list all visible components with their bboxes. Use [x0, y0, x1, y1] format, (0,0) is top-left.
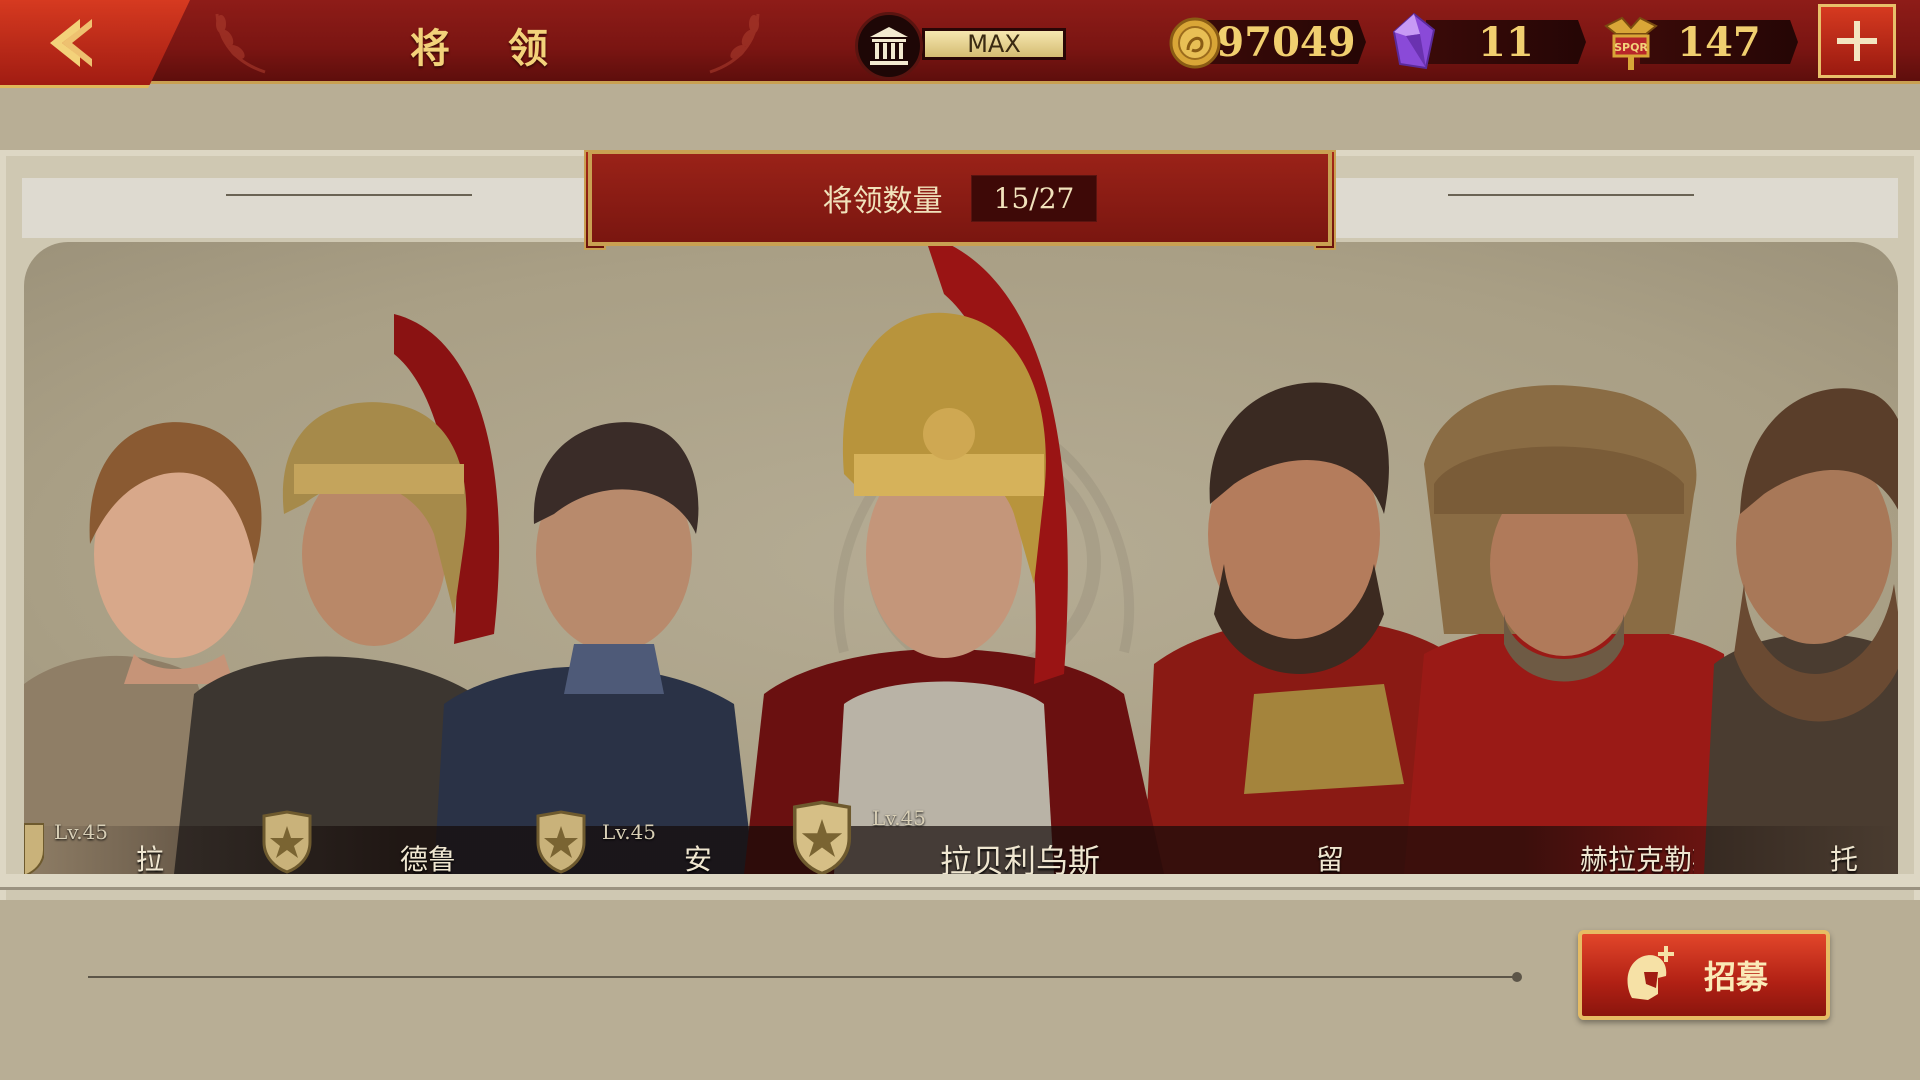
- spartan-helmet-plus-icon: [1627, 946, 1674, 1000]
- laurel-right-icon: [709, 13, 760, 74]
- hero-carousel[interactable]: Lv.45 拉 德鲁 Lv.45 安 Lv.45 拉贝利乌斯 留 赫拉克勒斯 托: [24, 242, 1898, 874]
- star-shield-icon: [262, 810, 312, 874]
- hero-card-selected[interactable]: [704, 242, 1184, 874]
- recruit-button[interactable]: 招募: [1578, 930, 1830, 1020]
- panel-frame-bottom: [0, 874, 1920, 890]
- divider-right: [1448, 194, 1694, 196]
- top-bar: 将 领 MAX 97049 11 147 SPQR: [0, 0, 1920, 88]
- add-resource-button[interactable]: [1818, 4, 1896, 78]
- bottom-divider-end: [1512, 972, 1522, 982]
- temple-icon-button[interactable]: [855, 12, 923, 80]
- spqr-eagle-icon: SPQR: [1604, 16, 1658, 70]
- hero-name-selected: 拉贝利乌斯: [940, 842, 1101, 874]
- spqr-token-amount: 147: [1640, 20, 1798, 64]
- hero-name: 赫拉克勒斯: [1580, 843, 1694, 874]
- gem-amount: 11: [1426, 20, 1586, 64]
- back-arrow-icon: [50, 18, 92, 67]
- hero-level: Lv.45: [872, 806, 927, 830]
- gold-amount: 97049: [1206, 20, 1366, 64]
- hero-name: 拉: [136, 843, 165, 874]
- hero-count-banner: 将领数量 15/27: [588, 150, 1332, 246]
- hero-portrait: [744, 242, 1164, 874]
- hero-name: 德鲁: [400, 843, 457, 874]
- gold-coin-icon: [1169, 17, 1221, 69]
- star-shield-icon: [24, 823, 44, 874]
- hero-level: Lv.45: [602, 820, 657, 844]
- laurel-left-icon: [215, 13, 266, 74]
- divider-left: [226, 194, 472, 196]
- svg-text:SPQR: SPQR: [1614, 41, 1648, 54]
- hero-card[interactable]: [1404, 374, 1744, 874]
- hero-count-label: 将领数量: [822, 184, 943, 219]
- bottom-divider: [88, 976, 1516, 978]
- building-level-bar: MAX: [922, 28, 1066, 60]
- hero-name: 托: [1830, 843, 1859, 874]
- temple-icon: [870, 27, 908, 65]
- hero-name: 留: [1316, 843, 1345, 874]
- plus-icon: [1837, 21, 1877, 61]
- hero-card[interactable]: [1704, 364, 1898, 874]
- page-title: 将 领: [410, 25, 570, 72]
- hero-portrait: [1704, 388, 1898, 874]
- hero-count-value: 15/27: [970, 174, 1098, 222]
- purple-gem-icon: [1392, 12, 1436, 70]
- heroes-panel: Lv.45 拉 德鲁 Lv.45 安 Lv.45 拉贝利乌斯 留 赫拉克勒斯 托: [0, 150, 1920, 900]
- recruit-label: 招募: [1704, 958, 1769, 996]
- hero-level: Lv.45: [54, 820, 109, 844]
- hero-name: 安: [684, 843, 713, 874]
- star-shield-icon: [536, 810, 586, 874]
- back-button[interactable]: [0, 0, 190, 88]
- star-shield-icon: [792, 800, 852, 874]
- hero-portrait: [1404, 385, 1744, 874]
